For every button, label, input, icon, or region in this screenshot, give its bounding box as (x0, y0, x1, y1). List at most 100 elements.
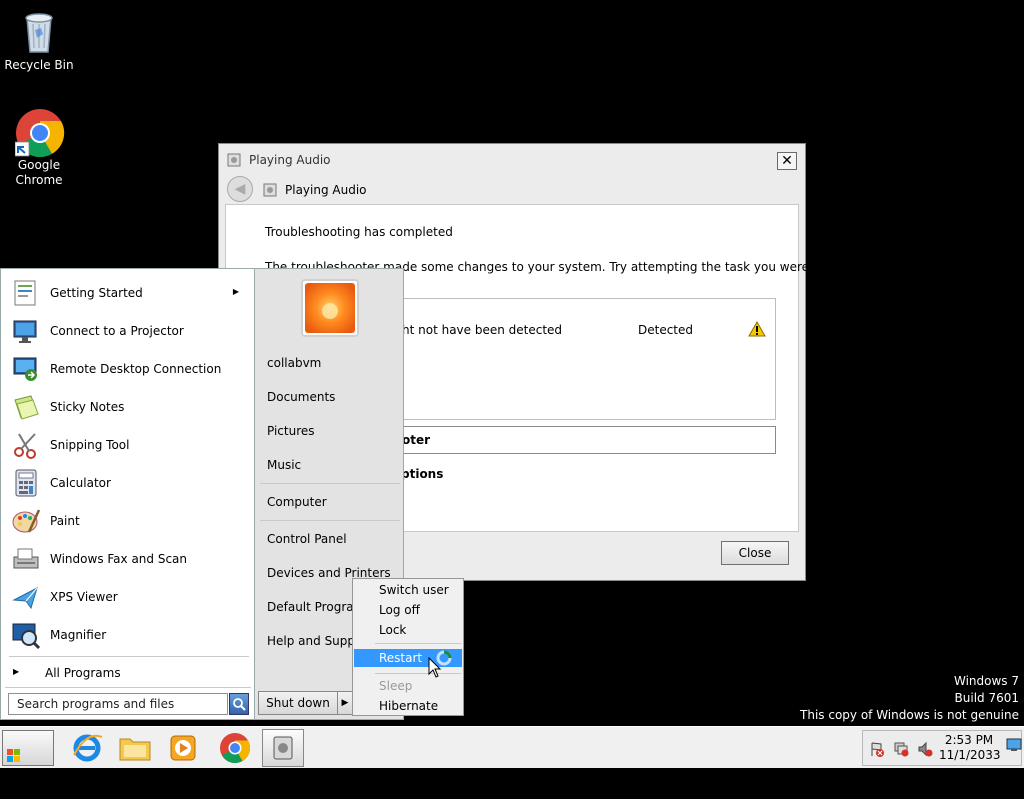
user-avatar[interactable] (301, 279, 359, 337)
explore-options-link[interactable]: ptions (401, 467, 443, 481)
watermark-line: This copy of Windows is not genuine (800, 708, 1019, 722)
xps-viewer-icon (11, 582, 41, 612)
program-label: Paint (50, 514, 80, 528)
taskbar-troubleshooter[interactable] (262, 729, 304, 767)
program-sticky-notes[interactable]: Sticky Notes (9, 389, 247, 425)
remote-desktop-icon (11, 354, 41, 384)
projector-icon (11, 316, 41, 346)
network-icon[interactable] (893, 741, 909, 757)
menu-item-switch-user[interactable]: Switch user (379, 583, 449, 597)
issue-name: ht not have been detected (402, 323, 563, 337)
start-menu: Getting Started ▶ Connect to a Projector… (0, 268, 404, 720)
all-programs-label: All Programs (45, 666, 121, 680)
program-paint[interactable]: Paint (9, 503, 247, 539)
taskbar-chrome[interactable] (214, 729, 256, 767)
divider (375, 643, 461, 644)
program-label: Getting Started (50, 286, 143, 300)
start-button[interactable]: Start (2, 730, 54, 789)
clock-date: 11/1/2033 (939, 748, 1001, 762)
taskbar-clock[interactable]: 2:53 PM 11/1/2033 (939, 733, 1001, 763)
shutdown-options-arrow-icon[interactable]: ▶ (337, 691, 353, 715)
divider (5, 687, 251, 688)
recycle-bin-icon (15, 8, 63, 56)
issue-status: Detected (638, 323, 694, 337)
program-calculator[interactable]: Calculator (9, 465, 247, 501)
menu-item-restart[interactable]: Restart (354, 649, 462, 667)
fax-scanner-icon (11, 544, 41, 574)
taskbar-internet-explorer[interactable] (66, 729, 108, 767)
program-label: Windows Fax and Scan (50, 552, 188, 566)
program-xps-viewer[interactable]: XPS Viewer (9, 579, 247, 615)
getting-started-icon (11, 278, 41, 308)
menu-item-hibernate[interactable]: Hibernate (379, 699, 438, 713)
troubleshooter-icon (263, 183, 277, 197)
mouse-cursor-icon (428, 656, 442, 679)
system-tray: 2:53 PM 11/1/2033 (862, 730, 1022, 766)
volume-muted-icon[interactable] (917, 741, 933, 757)
desktop-icon-google-chrome[interactable]: Google Chrome (1, 108, 77, 188)
close-button[interactable]: Close (721, 541, 789, 565)
all-programs-button[interactable]: ▶ All Programs (11, 665, 247, 683)
shut-down-button[interactable]: Shut down (258, 691, 338, 715)
submenu-arrow-icon: ▶ (232, 287, 239, 296)
internet-explorer-icon (73, 734, 103, 762)
desktop-icon-recycle-bin[interactable]: Recycle Bin (1, 8, 77, 73)
program-snipping-tool[interactable]: Snipping Tool (9, 427, 247, 463)
folder-icon (119, 738, 151, 761)
paint-palette-icon (11, 506, 41, 536)
desktop-icon-label: Google Chrome (15, 158, 63, 187)
chrome-icon (14, 108, 65, 158)
search-icon[interactable] (229, 693, 249, 715)
show-desktop-icon[interactable] (1006, 737, 1022, 753)
program-remote-desktop[interactable]: Remote Desktop Connection (9, 351, 247, 387)
taskbar: Start 2:53 PM 11/1/2033 (0, 726, 1024, 789)
pictures-link[interactable]: Pictures (267, 424, 315, 438)
music-link[interactable]: Music (267, 458, 301, 472)
divider (260, 520, 400, 521)
menu-item-log-off[interactable]: Log off (379, 603, 420, 617)
shutdown-options-menu: Switch user Log off Lock Restart Sleep H… (352, 578, 464, 716)
menu-item-lock[interactable]: Lock (379, 623, 406, 637)
program-label: Remote Desktop Connection (50, 362, 222, 376)
program-label: Sticky Notes (50, 400, 125, 414)
scissors-icon (11, 430, 41, 460)
taskbar-file-explorer[interactable] (114, 729, 156, 767)
program-label: Connect to a Projector (50, 324, 184, 338)
program-windows-fax-and-scan[interactable]: Windows Fax and Scan (9, 541, 247, 577)
divider (375, 673, 461, 674)
computer-link[interactable]: Computer (267, 495, 327, 509)
taskbar-media-player[interactable] (162, 729, 204, 767)
windows-logo-icon (7, 742, 21, 762)
menu-item-sleep: Sleep (379, 679, 413, 693)
troubleshooter-icon (273, 736, 293, 760)
divider (9, 656, 249, 657)
menu-item-label: Restart (379, 651, 423, 665)
divider (260, 483, 400, 484)
user-name-link[interactable]: collabvm (267, 356, 321, 370)
start-menu-programs-pane: Getting Started ▶ Connect to a Projector… (0, 268, 255, 720)
windows-watermark: Windows 7 Build 7601 This copy of Window… (800, 673, 1019, 724)
program-getting-started[interactable]: Getting Started ▶ (9, 275, 247, 311)
dialog-nav-bar: ◀ Playing Audio (227, 176, 799, 204)
watermark-line: Windows 7 (953, 674, 1019, 688)
program-label: Magnifier (50, 628, 107, 642)
watermark-line: Build 7601 (954, 691, 1019, 705)
desktop-icon-label: Recycle Bin (4, 58, 74, 72)
calculator-icon (11, 468, 41, 498)
back-arrow-icon[interactable]: ◀ (227, 176, 253, 202)
control-panel-link[interactable]: Control Panel (267, 532, 347, 546)
close-icon[interactable]: ✕ (777, 152, 797, 170)
dialog-title: Playing Audio (249, 153, 331, 167)
documents-link[interactable]: Documents (267, 390, 335, 404)
program-label: XPS Viewer (50, 590, 118, 604)
start-label: Start (7, 775, 42, 789)
clock-time: 2:53 PM (944, 733, 994, 747)
dialog-title-bar[interactable]: Playing Audio ✕ (219, 144, 805, 176)
search-input[interactable]: Search programs and files (8, 693, 228, 715)
nav-title: Playing Audio (285, 183, 367, 197)
warning-icon (748, 320, 766, 337)
sticky-notes-icon (11, 392, 41, 422)
program-magnifier[interactable]: Magnifier (9, 617, 247, 653)
program-connect-to-projector[interactable]: Connect to a Projector (9, 313, 247, 349)
action-center-flag-icon[interactable] (869, 741, 885, 757)
